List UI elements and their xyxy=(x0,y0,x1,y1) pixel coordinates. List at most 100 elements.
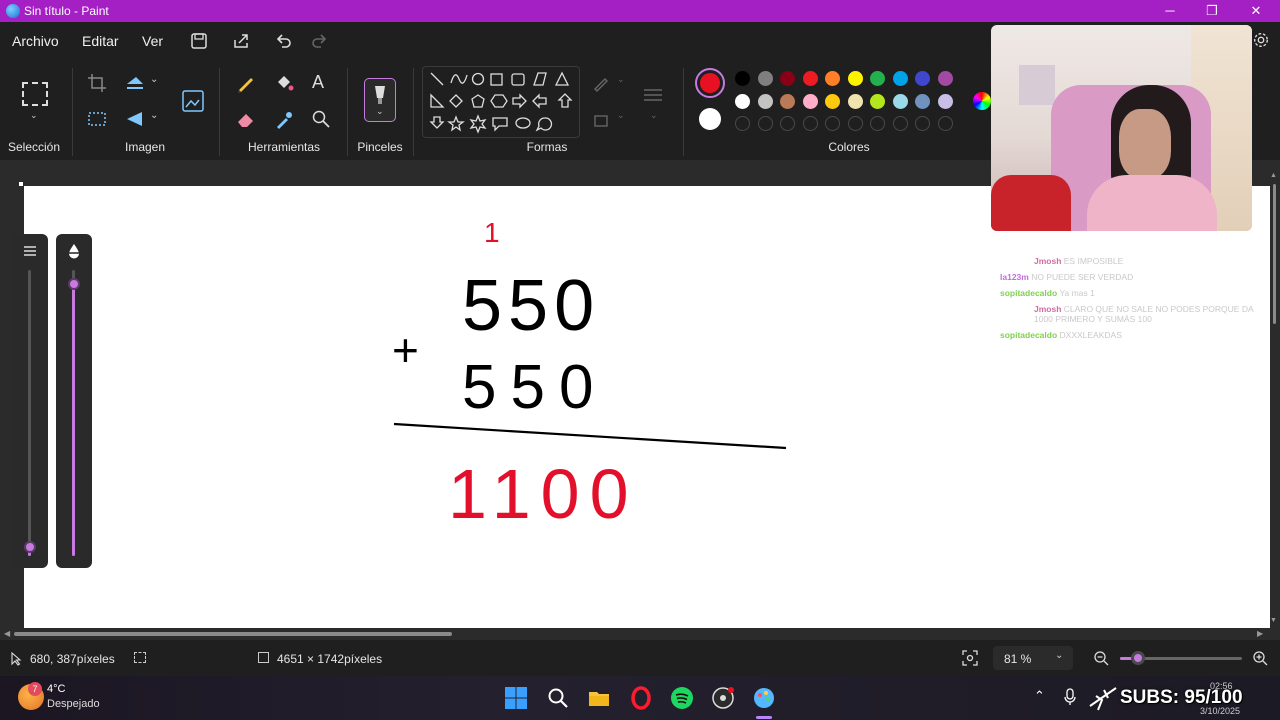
opera-browser-icon[interactable] xyxy=(629,686,653,710)
pencil-icon[interactable] xyxy=(235,72,257,94)
primary-color-button[interactable] xyxy=(695,68,725,98)
color-swatch[interactable] xyxy=(802,71,818,86)
text-tool-icon[interactable]: A xyxy=(312,72,324,93)
color-picker-icon[interactable] xyxy=(273,108,295,130)
scroll-up-arrow-icon[interactable]: ▲ xyxy=(1270,172,1277,179)
edit-colors-icon[interactable] xyxy=(973,92,991,110)
color-swatch[interactable] xyxy=(825,71,840,86)
horizontal-scroll-thumb[interactable] xyxy=(14,632,452,636)
paint-app-icon xyxy=(6,4,20,18)
custom-color-slot[interactable] xyxy=(892,116,908,131)
line-size-icon[interactable] xyxy=(642,86,664,104)
custom-color-slot[interactable] xyxy=(780,116,795,131)
rotate-icon[interactable] xyxy=(124,108,146,130)
paint-taskbar-icon[interactable] xyxy=(752,686,776,710)
zoom-out-icon[interactable] xyxy=(1093,650,1109,666)
vertical-scrollbar[interactable]: ▲ ▼ xyxy=(1270,170,1280,628)
menu-editar[interactable]: Editar xyxy=(82,33,119,49)
color-swatch[interactable] xyxy=(735,93,750,109)
chevron-down-icon[interactable]: ⌄ xyxy=(617,74,625,85)
secondary-color-button[interactable] xyxy=(699,108,721,130)
windows-start-icon[interactable] xyxy=(504,686,528,710)
cursor-position: 680, 387píxeles xyxy=(30,652,115,666)
color-swatch[interactable] xyxy=(937,93,953,109)
chevron-down-icon[interactable]: ⌄ xyxy=(617,110,625,121)
minimize-button[interactable]: ─ xyxy=(1148,0,1192,22)
fill-bucket-icon[interactable] xyxy=(273,72,295,94)
brush-size-track[interactable] xyxy=(28,270,31,556)
brush-size-thumb[interactable] xyxy=(24,541,36,554)
color-swatch[interactable] xyxy=(757,93,773,109)
color-swatch[interactable] xyxy=(735,71,750,86)
brushes-button[interactable]: ⌄ xyxy=(364,78,396,122)
redo-icon[interactable] xyxy=(310,31,330,51)
canvas-resize-handle[interactable] xyxy=(19,182,23,186)
scroll-down-arrow-icon[interactable]: ▼ xyxy=(1270,617,1277,624)
shape-outline-icon[interactable] xyxy=(592,74,612,94)
spotify-icon[interactable] xyxy=(670,686,694,710)
zoom-in-icon[interactable] xyxy=(1252,650,1268,666)
chevron-down-icon[interactable]: ⌄ xyxy=(150,110,158,121)
color-swatch[interactable] xyxy=(937,71,953,86)
horizontal-scrollbar[interactable]: ◀ ▶ xyxy=(0,628,1270,640)
crop-icon[interactable] xyxy=(86,72,108,94)
search-icon[interactable] xyxy=(546,686,570,710)
custom-color-slot[interactable] xyxy=(870,116,885,131)
custom-color-slot[interactable] xyxy=(825,116,840,131)
settings-gear-icon[interactable] xyxy=(1252,31,1270,49)
undo-icon[interactable] xyxy=(273,31,293,51)
color-swatch[interactable] xyxy=(825,93,840,109)
custom-color-slot[interactable] xyxy=(735,116,750,131)
color-swatch[interactable] xyxy=(892,93,908,109)
chat-text: ES IMPOSIBLE xyxy=(1063,256,1124,266)
custom-color-slot[interactable] xyxy=(757,116,773,131)
face xyxy=(1119,109,1171,179)
save-icon[interactable] xyxy=(189,31,209,51)
color-swatch[interactable] xyxy=(892,71,908,86)
magnifier-icon[interactable] xyxy=(310,108,332,130)
color-swatch[interactable] xyxy=(802,93,818,109)
cursor-pointer-icon xyxy=(11,652,22,666)
vertical-scroll-thumb[interactable] xyxy=(1273,184,1276,324)
resize-icon[interactable] xyxy=(124,72,146,94)
custom-color-slot[interactable] xyxy=(847,116,863,131)
color-swatch[interactable] xyxy=(847,71,863,86)
eraser-icon[interactable] xyxy=(235,108,257,130)
scroll-right-arrow-icon[interactable]: ▶ xyxy=(1257,629,1263,638)
color-swatch[interactable] xyxy=(780,93,795,109)
obs-studio-icon[interactable] xyxy=(711,686,735,710)
custom-color-slot[interactable] xyxy=(937,116,953,131)
shape-fill-icon[interactable] xyxy=(592,110,612,130)
sweater xyxy=(1087,175,1217,231)
color-swatch[interactable] xyxy=(915,71,930,86)
color-swatch[interactable] xyxy=(847,93,863,109)
select-all-grid-icon[interactable] xyxy=(86,108,108,130)
chevron-up-icon[interactable]: ⌃ xyxy=(1034,688,1045,704)
color-swatch[interactable] xyxy=(870,93,885,109)
scroll-left-arrow-icon[interactable]: ◀ xyxy=(4,629,10,638)
file-explorer-icon[interactable] xyxy=(587,686,611,710)
close-button[interactable]: ✕ xyxy=(1234,0,1278,22)
select-rectangle-icon[interactable] xyxy=(22,82,48,106)
color-swatch[interactable] xyxy=(757,71,773,86)
color-swatch[interactable] xyxy=(915,93,930,109)
zoom-slider-thumb[interactable] xyxy=(1131,651,1145,665)
share-icon[interactable] xyxy=(231,31,251,51)
color-swatch[interactable] xyxy=(870,71,885,86)
fit-to-window-icon[interactable] xyxy=(962,650,978,666)
color-swatch[interactable] xyxy=(780,71,795,86)
menu-archivo[interactable]: Archivo xyxy=(12,33,59,49)
zoom-dropdown[interactable]: 81 % ⌄ xyxy=(993,646,1073,670)
custom-color-slot[interactable] xyxy=(915,116,930,131)
divider xyxy=(219,68,220,156)
custom-color-slot[interactable] xyxy=(802,116,818,131)
chevron-down-icon[interactable]: ⌄ xyxy=(30,110,38,121)
opacity-thumb[interactable] xyxy=(68,278,80,291)
image-creator-icon[interactable] xyxy=(180,88,206,114)
maximize-button[interactable]: ❐ xyxy=(1190,0,1234,22)
microphone-icon[interactable] xyxy=(1063,688,1077,706)
shapes-gallery[interactable] xyxy=(422,66,580,138)
chevron-down-icon[interactable]: ⌄ xyxy=(150,74,158,85)
chevron-down-icon[interactable]: ⌄ xyxy=(650,110,658,121)
menu-ver[interactable]: Ver xyxy=(142,33,163,49)
